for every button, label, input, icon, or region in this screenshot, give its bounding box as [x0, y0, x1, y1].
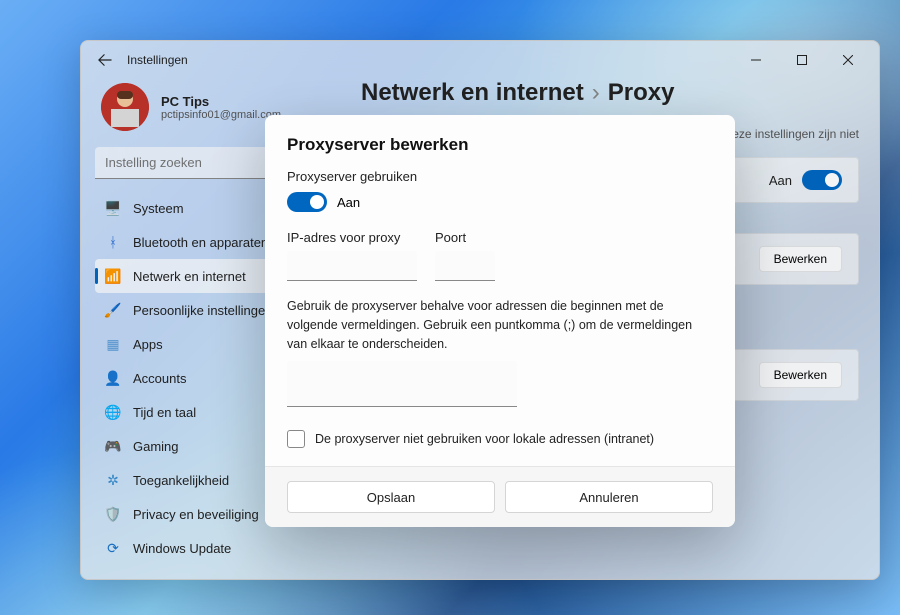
proxy-edit-dialog: Proxyserver bewerken Proxyserver gebruik… [265, 115, 735, 527]
cancel-button[interactable]: Annuleren [505, 481, 713, 513]
exceptions-hint: Gebruik de proxyserver behalve voor adre… [287, 297, 713, 353]
proxy-ip-input[interactable] [287, 251, 417, 281]
bypass-local-label: De proxyserver niet gebruiken voor lokal… [315, 432, 654, 446]
proxy-port-input[interactable] [435, 251, 495, 281]
bypass-local-checkbox[interactable] [287, 430, 305, 448]
dialog-footer: Opslaan Annuleren [265, 466, 735, 527]
port-label: Poort [435, 230, 495, 245]
ip-label: IP-adres voor proxy [287, 230, 417, 245]
use-proxy-toggle[interactable] [287, 192, 327, 212]
exceptions-input[interactable] [287, 361, 517, 407]
use-proxy-label: Proxyserver gebruiken [287, 169, 713, 184]
dialog-title: Proxyserver bewerken [287, 135, 713, 155]
save-button[interactable]: Opslaan [287, 481, 495, 513]
toggle-state-label: Aan [337, 195, 360, 210]
